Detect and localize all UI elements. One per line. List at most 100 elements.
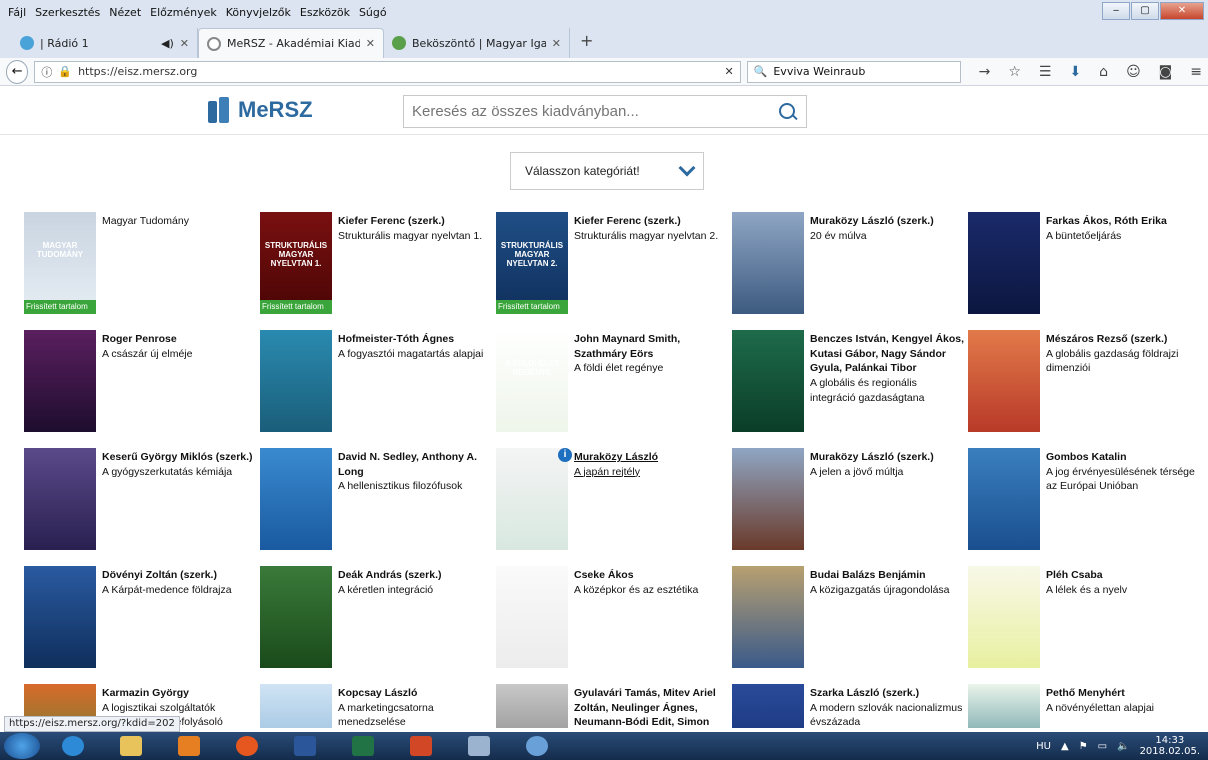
book-title[interactable]: A globális gazdaság földrajzi dimenziói bbox=[1046, 347, 1201, 376]
book-author[interactable]: Kiefer Ferenc (szerk.) bbox=[574, 214, 729, 229]
site-search[interactable] bbox=[403, 95, 807, 128]
tab-radio1[interactable]: | Rádió 1 ◀) ✕ bbox=[12, 28, 198, 58]
book-card[interactable]: A FÖLDI ÉLET REGÉNYE John Maynard Smith, … bbox=[496, 330, 726, 435]
address-bar[interactable]: ⓘ 🔒 https://eisz.mersz.org ✕ bbox=[34, 60, 741, 83]
close-tab-icon[interactable]: ✕ bbox=[366, 37, 375, 50]
book-title[interactable]: A japán rejtély bbox=[574, 465, 729, 480]
book-title[interactable]: A közigazgatás újragondolása bbox=[810, 583, 965, 598]
book-title[interactable]: A jog érvényesülésének térsége az Európa… bbox=[1046, 465, 1201, 494]
close-tab-icon[interactable]: ✕ bbox=[180, 37, 189, 50]
book-card[interactable]: Cseke Ákos A középkor és az esztétika bbox=[496, 566, 726, 671]
menu-item[interactable]: Szerkesztés bbox=[35, 6, 100, 19]
book-card[interactable]: Roger Penrose A császár új elméje bbox=[24, 330, 254, 435]
book-author[interactable]: Budai Balázs Benjámin bbox=[810, 568, 965, 583]
book-cover[interactable] bbox=[24, 448, 96, 550]
excel-taskbar-icon[interactable] bbox=[340, 733, 386, 759]
book-author[interactable]: Szarka László (szerk.) bbox=[810, 686, 965, 701]
chat-icon[interactable]: ☺ bbox=[1126, 64, 1141, 80]
back-button[interactable]: ← bbox=[6, 59, 29, 84]
book-card[interactable]: Dövényi Zoltán (szerk.) A Kárpát-medence … bbox=[24, 566, 254, 671]
explorer-taskbar-icon[interactable] bbox=[108, 733, 154, 759]
book-card[interactable]: STRUKTURÁLIS MAGYAR NYELVTAN 1. Frissítet… bbox=[260, 212, 490, 317]
book-title[interactable]: A növényélettan alapjai bbox=[1046, 701, 1201, 716]
book-author[interactable]: Farkas Ákos, Róth Erika bbox=[1046, 214, 1201, 229]
book-title[interactable]: A gyógyszerkutatás kémiája bbox=[102, 465, 257, 480]
book-cover[interactable] bbox=[732, 448, 804, 550]
book-author[interactable]: Pethő Menyhért bbox=[1046, 686, 1201, 701]
book-author[interactable]: Benczes István, Kengyel Ákos, Kutasi Gáb… bbox=[810, 332, 965, 376]
tab-mersz[interactable]: MeRSZ - Akadémiai Kiadó ✕ bbox=[198, 28, 384, 58]
category-select[interactable]: Válasszon kategóriát! bbox=[510, 152, 704, 190]
book-cover[interactable] bbox=[260, 684, 332, 728]
book-cover[interactable] bbox=[732, 566, 804, 668]
mersz-logo[interactable]: MeRSZ bbox=[206, 95, 313, 125]
start-button[interactable] bbox=[4, 733, 40, 759]
snipping-taskbar-icon[interactable] bbox=[456, 733, 502, 759]
book-cover[interactable] bbox=[968, 212, 1040, 314]
book-cover[interactable] bbox=[496, 566, 568, 668]
book-cover[interactable] bbox=[732, 684, 804, 728]
menu-item[interactable]: Könyvjelzők bbox=[226, 6, 291, 19]
book-card[interactable]: Mészáros Rezső (szerk.) A globális gazdas… bbox=[968, 330, 1198, 435]
book-author[interactable]: Kopcsay László bbox=[338, 686, 493, 701]
book-card[interactable]: Kopcsay László A marketingcsatorna menedz… bbox=[260, 684, 490, 728]
browser-search-input[interactable]: 🔍 Evviva Weinraub bbox=[746, 60, 961, 83]
book-title[interactable]: A marketingcsatorna menedzselése bbox=[338, 701, 493, 728]
site-search-input[interactable] bbox=[412, 103, 778, 120]
search-text[interactable]: Evviva Weinraub bbox=[773, 65, 953, 78]
book-author[interactable]: Deák András (szerk.) bbox=[338, 568, 493, 583]
book-author[interactable]: Keserű György Miklós (szerk.) bbox=[102, 450, 257, 465]
book-author[interactable]: Gombos Katalin bbox=[1046, 450, 1201, 465]
clear-icon[interactable]: ✕ bbox=[724, 65, 733, 78]
book-title[interactable]: A kéretlen integráció bbox=[338, 583, 493, 598]
maximize-button[interactable]: ▢ bbox=[1131, 2, 1159, 20]
ie-taskbar-icon[interactable] bbox=[50, 733, 96, 759]
book-title[interactable]: A hellenisztikus filozófusok bbox=[338, 479, 493, 494]
menu-item[interactable]: Előzmények bbox=[150, 6, 217, 19]
menu-item[interactable]: Súgó bbox=[359, 6, 387, 19]
book-author[interactable]: David N. Sedley, Anthony A. Long bbox=[338, 450, 493, 479]
book-card[interactable]: Pléh Csaba A lélek és a nyelv bbox=[968, 566, 1198, 671]
url-text[interactable]: https://eisz.mersz.org bbox=[78, 65, 718, 78]
book-author[interactable]: Muraközy László bbox=[574, 450, 729, 465]
book-cover[interactable]: A FÖLDI ÉLET REGÉNYE bbox=[496, 330, 568, 432]
home-icon[interactable]: ⌂ bbox=[1099, 64, 1108, 80]
volume-icon[interactable]: 🔈 bbox=[1117, 741, 1129, 752]
book-author[interactable]: Gyulavári Tamás, Mitev Ariel Zoltán, Neu… bbox=[574, 686, 729, 728]
book-author[interactable]: Pléh Csaba bbox=[1046, 568, 1201, 583]
book-title[interactable]: 20 év múlva bbox=[810, 229, 965, 244]
book-cover[interactable] bbox=[260, 566, 332, 668]
book-cover[interactable] bbox=[260, 448, 332, 550]
book-author[interactable]: Muraközy László (szerk.) bbox=[810, 450, 965, 465]
book-card[interactable]: Hofmeister-Tóth Ágnes A fogyasztói magata… bbox=[260, 330, 490, 435]
book-title[interactable]: A középkor és az esztétika bbox=[574, 583, 729, 598]
book-card[interactable]: Deák András (szerk.) A kéretlen integráci… bbox=[260, 566, 490, 671]
book-author[interactable]: Hofmeister-Tóth Ágnes bbox=[338, 332, 493, 347]
book-author[interactable]: Karmazin György bbox=[102, 686, 257, 701]
book-card[interactable]: i Muraközy László A japán rejtély bbox=[496, 448, 726, 553]
book-card[interactable]: STRUKTURÁLIS MAGYAR NYELVTAN 2. Frissítet… bbox=[496, 212, 726, 317]
book-card[interactable]: Gyulavári Tamás, Mitev Ariel Zoltán, Neu… bbox=[496, 684, 726, 728]
book-title[interactable]: A modern szlovák nacionalizmus évszázada bbox=[810, 701, 965, 728]
reading-list-icon[interactable]: ☰ bbox=[1039, 64, 1052, 80]
info-icon[interactable]: ⓘ bbox=[41, 64, 52, 80]
book-card[interactable]: Keserű György Miklós (szerk.) A gyógyszer… bbox=[24, 448, 254, 553]
book-author[interactable]: Muraközy László (szerk.) bbox=[810, 214, 965, 229]
bookmark-star-icon[interactable]: ☆ bbox=[1008, 64, 1021, 80]
book-title[interactable]: A fogyasztói magatartás alapjai bbox=[338, 347, 493, 362]
book-title[interactable]: Strukturális magyar nyelvtan 1. bbox=[338, 229, 493, 244]
book-cover[interactable] bbox=[968, 448, 1040, 550]
book-author[interactable]: John Maynard Smith, Szathmáry Eörs bbox=[574, 332, 729, 361]
book-title[interactable]: Magyar Tudomány bbox=[102, 214, 257, 229]
book-cover[interactable] bbox=[496, 684, 568, 728]
new-tab-button[interactable]: + bbox=[570, 31, 603, 58]
book-title[interactable]: A Kárpát-medence földrajza bbox=[102, 583, 257, 598]
search-icon[interactable] bbox=[778, 102, 798, 122]
book-cover[interactable] bbox=[24, 566, 96, 668]
go-icon[interactable]: → bbox=[979, 64, 991, 80]
book-cover[interactable]: STRUKTURÁLIS MAGYAR NYELVTAN 1. Frissítet… bbox=[260, 212, 332, 314]
close-window-button[interactable]: ✕ bbox=[1160, 2, 1204, 20]
book-author[interactable]: Dövényi Zoltán (szerk.) bbox=[102, 568, 257, 583]
minimize-button[interactable]: ‒ bbox=[1102, 2, 1130, 20]
book-cover[interactable]: STRUKTURÁLIS MAGYAR NYELVTAN 2. Frissítet… bbox=[496, 212, 568, 314]
